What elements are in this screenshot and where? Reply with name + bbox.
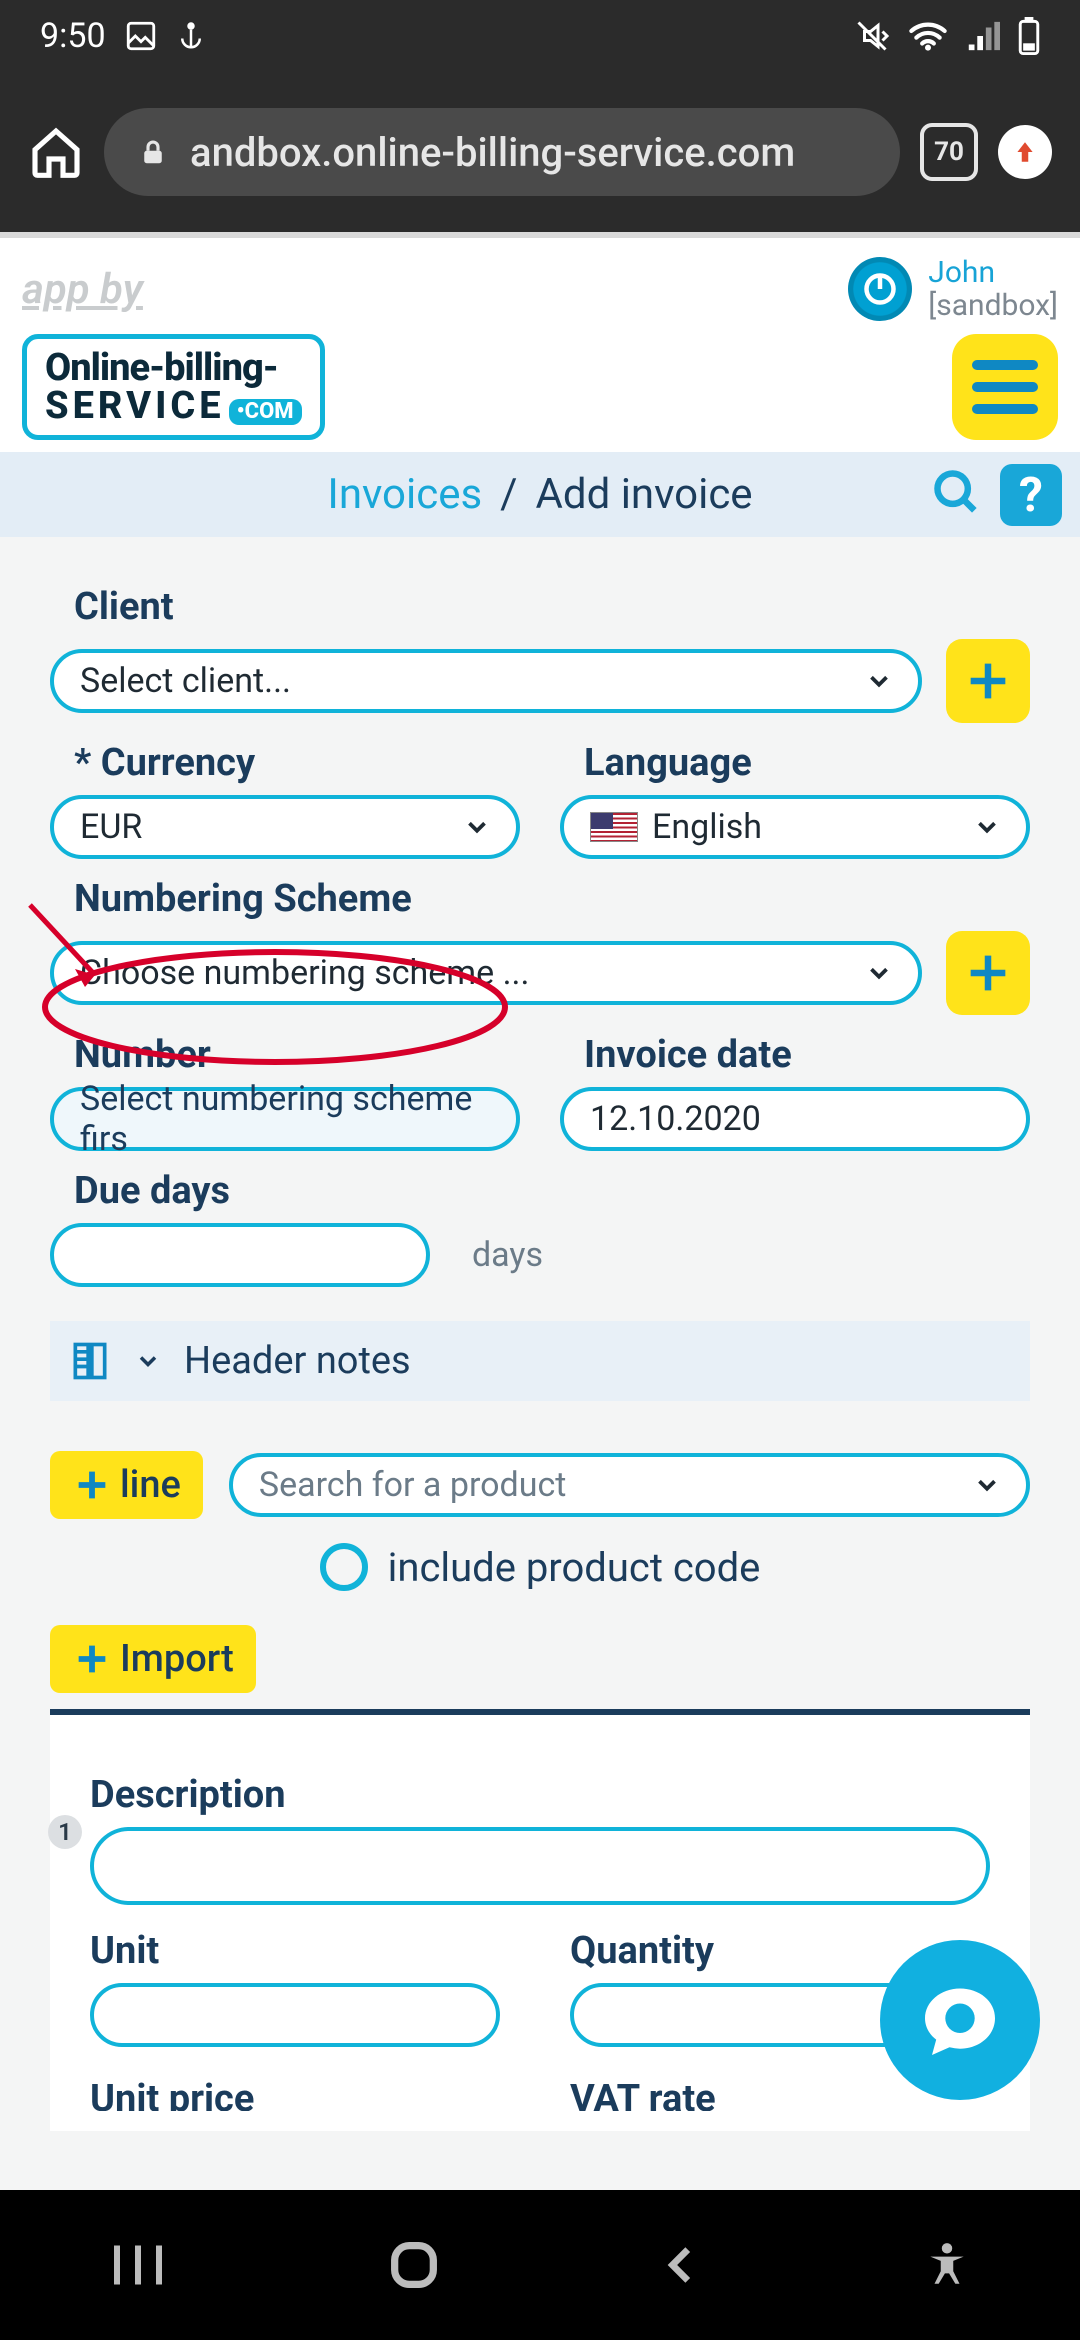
signal-icon (966, 21, 1000, 51)
vibrate-icon (854, 18, 890, 54)
browser-update-badge[interactable] (998, 125, 1052, 179)
header-notes-toggle[interactable]: Header notes (50, 1321, 1030, 1401)
currency-select[interactable]: EUR (50, 795, 520, 859)
android-status-bar: 9:50 (0, 0, 1080, 72)
client-select[interactable]: Select client... (50, 649, 922, 713)
breadcrumb-invoices-link[interactable]: Invoices (327, 470, 482, 519)
home-icon[interactable] (28, 124, 84, 180)
language-label: Language (584, 741, 1030, 785)
import-button[interactable]: Import (50, 1625, 256, 1693)
help-button[interactable]: ? (1000, 464, 1062, 526)
invoice-date-field[interactable]: 12.10.2020 (560, 1087, 1030, 1151)
battery-icon (1018, 17, 1040, 55)
description-label: Description (90, 1773, 990, 1817)
number-label: Number (74, 1033, 520, 1077)
home-button[interactable] (385, 2236, 443, 2294)
unit-field[interactable] (90, 1983, 500, 2047)
url-bar[interactable]: andbox.online-billing-service.com (104, 108, 900, 196)
user-block[interactable]: John [sandbox] (848, 256, 1058, 322)
language-select[interactable]: English (560, 795, 1030, 859)
chevron-down-icon (864, 958, 894, 988)
browser-toolbar: andbox.online-billing-service.com 70 (0, 72, 1080, 232)
recents-button[interactable] (108, 2241, 168, 2289)
chevron-down-icon (972, 812, 1002, 842)
search-icon[interactable] (928, 464, 986, 522)
unit-label: Unit (90, 1929, 510, 1973)
number-field[interactable]: Select numbering scheme firs (50, 1087, 520, 1151)
add-client-button[interactable] (946, 639, 1030, 723)
power-icon (848, 257, 912, 321)
unit-price-label: Unit price (90, 2077, 510, 2111)
due-days-field[interactable] (50, 1223, 430, 1287)
client-label: Client (74, 585, 1030, 629)
image-icon (124, 19, 158, 53)
product-search-select[interactable]: Search for a product (229, 1453, 1030, 1517)
chevron-down-icon (462, 812, 492, 842)
menu-button[interactable] (952, 334, 1058, 440)
include-product-code-label: include product code (388, 1544, 761, 1591)
user-context: [sandbox] (928, 289, 1058, 322)
scheme-label: Numbering Scheme (74, 877, 1030, 921)
wifi-icon (908, 19, 948, 53)
description-field[interactable] (90, 1827, 990, 1905)
app-by-label: app by (22, 265, 143, 314)
include-product-code-row[interactable]: include product code (50, 1543, 1030, 1591)
chevron-down-icon (134, 1347, 162, 1375)
add-line-button[interactable]: line (50, 1451, 203, 1519)
notes-icon (68, 1339, 112, 1383)
breadcrumb-current: Add invoice (536, 470, 753, 519)
days-suffix: days (472, 1235, 543, 1275)
chevron-down-icon (972, 1470, 1002, 1500)
back-button[interactable] (659, 2242, 705, 2288)
include-product-code-checkbox[interactable] (320, 1543, 368, 1591)
currency-label: * Currency (74, 741, 520, 785)
add-scheme-button[interactable] (946, 931, 1030, 1015)
user-name: John (928, 256, 1058, 289)
due-days-label: Due days (74, 1169, 1030, 1213)
chevron-down-icon (864, 666, 894, 696)
app-header: app by John [sandbox] Online-billing- SE… (0, 238, 1080, 452)
numbering-scheme-select[interactable]: Choose numbering scheme ... (50, 941, 922, 1005)
clock-text: 9:50 (40, 16, 106, 56)
lock-icon (138, 134, 168, 170)
android-nav-bar (0, 2190, 1080, 2340)
app-logo[interactable]: Online-billing- SERVICE•com (22, 334, 325, 440)
date-label: Invoice date (584, 1033, 1030, 1077)
accessibility-button[interactable] (922, 2240, 972, 2290)
breadcrumb: Invoices / Add invoice ? (0, 452, 1080, 537)
anchor-icon (176, 19, 206, 53)
chat-fab[interactable] (880, 1940, 1040, 2100)
url-text: andbox.online-billing-service.com (190, 129, 795, 176)
line-item-card: 1 Description Unit Quantity Unit price V… (50, 1715, 1030, 2131)
flag-us-icon (590, 812, 638, 842)
invoice-form: Client Select client... * Currency EUR L… (0, 537, 1080, 2131)
line-number-badge: 1 (48, 1815, 82, 1849)
tab-switcher[interactable]: 70 (920, 123, 978, 181)
